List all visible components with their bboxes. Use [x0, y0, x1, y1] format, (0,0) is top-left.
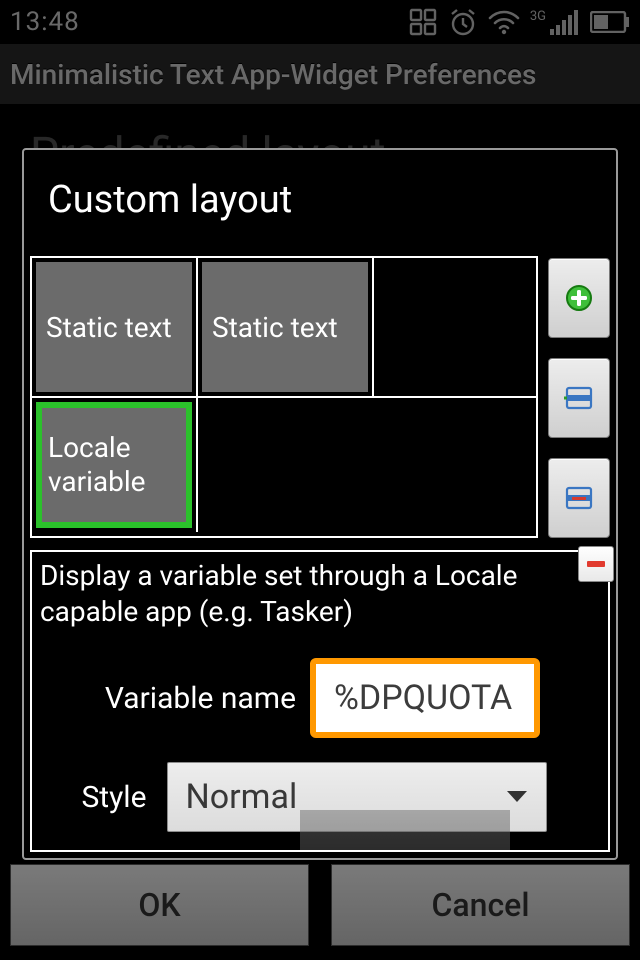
grid-cell-empty[interactable] — [198, 398, 536, 532]
element-details-panel: Display a variable set through a Locale … — [30, 550, 610, 852]
minus-icon — [585, 553, 607, 575]
cancel-label: Cancel — [432, 886, 530, 924]
grid-cell-label: Static text — [202, 262, 368, 392]
ok-button[interactable]: OK — [10, 864, 309, 946]
grid-cell-empty[interactable] — [374, 258, 536, 396]
style-label: Style — [81, 780, 146, 815]
chevron-down-icon — [506, 790, 528, 804]
grid-cell-locale-variable[interactable]: Locale variable — [32, 398, 198, 532]
variable-name-label: Variable name — [105, 681, 296, 716]
row-icon — [564, 385, 594, 411]
insert-row-button[interactable] — [548, 358, 610, 438]
dialog-title: Custom layout — [24, 150, 616, 256]
grid-cell-label: Locale variable — [36, 402, 192, 528]
plus-icon — [564, 283, 594, 313]
layout-grid: Static text Static text Locale variable — [30, 256, 538, 538]
variable-name-input[interactable]: %DPQUOTA — [310, 658, 540, 738]
bg-button-fragment — [300, 810, 510, 850]
dialog-button-bar: OK Cancel — [10, 864, 630, 946]
custom-layout-dialog: Custom layout Static text Static text Lo… — [22, 148, 618, 860]
cancel-button[interactable]: Cancel — [331, 864, 630, 946]
grid-cell-static-text-2[interactable]: Static text — [198, 258, 374, 396]
variable-name-value: %DPQUOTA — [334, 678, 512, 718]
remove-element-button[interactable] — [578, 546, 614, 582]
ok-label: OK — [138, 886, 180, 924]
grid-cell-label: Static text — [36, 262, 192, 392]
delete-row-button[interactable] — [548, 458, 610, 538]
style-value: Normal — [186, 777, 298, 817]
grid-cell-static-text-1[interactable]: Static text — [32, 258, 198, 396]
element-description: Display a variable set through a Locale … — [40, 558, 600, 630]
delete-row-icon — [564, 485, 594, 511]
add-element-button[interactable] — [548, 258, 610, 338]
